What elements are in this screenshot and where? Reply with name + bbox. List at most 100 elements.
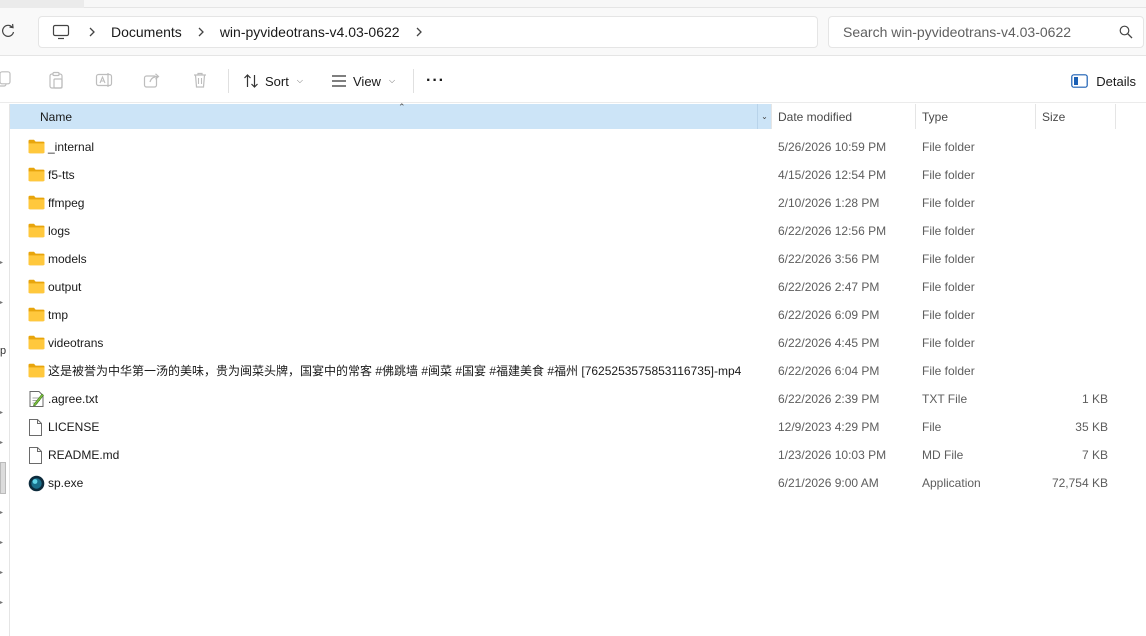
file-row[interactable]: output 6/22/2026 2:47 PM File folder [10,273,1146,301]
file-row[interactable]: f5-tts 4/15/2026 12:54 PM File folder [10,161,1146,189]
file-name[interactable]: logs [48,217,70,245]
file-name[interactable]: README.md [48,441,119,469]
expand-caret-icon[interactable]: ▸ [0,570,6,576]
folder-icon [28,335,45,351]
folder-icon [28,167,45,183]
rename-icon[interactable] [95,71,113,89]
view-button[interactable]: View ⌵ [331,67,395,95]
file-icon [28,447,45,464]
file-name[interactable]: tmp [48,301,68,329]
active-tab[interactable] [84,0,1146,8]
delete-icon[interactable] [191,71,209,89]
sort-button[interactable]: Sort ⌵ [243,67,303,95]
column-header-size[interactable]: Size [1034,104,1116,129]
command-bar: Sort ⌵ View ⌵ ··· Details [0,57,1146,103]
file-row[interactable]: _internal 5/26/2026 10:59 PM File folder [10,133,1146,161]
file-row[interactable]: 这是被誉为中华第一汤的美味，贵为闽菜头牌，国宴中的常客 #佛跳墙 #闽菜 #国宴… [10,357,1146,385]
search-icon[interactable] [1119,25,1133,39]
file-type: TXT File [922,392,968,406]
this-pc-icon[interactable] [43,17,79,47]
file-name[interactable]: sp.exe [48,469,83,497]
file-row[interactable]: README.md 1/23/2026 10:03 PM MD File 7 KB [10,441,1146,469]
chevron-down-icon: ⌵ [388,76,396,85]
expand-caret-icon[interactable]: ▸ [0,300,6,306]
file-type: File folder [922,336,975,350]
file-type: File folder [922,308,975,322]
file-date-modified: 4/15/2026 12:54 PM [778,168,887,182]
file-name[interactable]: ffmpeg [48,189,84,217]
details-label: Details [1096,73,1136,89]
search-input[interactable] [843,24,1113,40]
application-icon [28,475,45,492]
file-name[interactable]: .agree.txt [48,385,98,413]
file-row[interactable]: .agree.txt 6/22/2026 2:39 PM TXT File 1 KB [10,385,1146,413]
file-size: 35 KB [1075,420,1108,434]
file-date-modified: 1/23/2026 10:03 PM [778,448,887,462]
toolbar-divider [228,69,229,93]
file-name[interactable]: LICENSE [48,413,99,441]
breadcrumb-item-documents[interactable]: Documents [105,24,188,40]
chevron-down-icon: ⌵ [296,76,303,85]
file-icon [28,419,45,436]
column-header-type[interactable]: Type [914,104,1036,129]
file-date-modified: 2/10/2026 1:28 PM [778,196,880,210]
file-name[interactable]: f5-tts [48,161,75,189]
column-header-date[interactable]: Date modified [770,104,916,129]
file-row[interactable]: LICENSE 12/9/2023 4:29 PM File 35 KB [10,413,1146,441]
file-type: File [922,420,942,434]
file-name[interactable]: models [48,245,87,273]
tab-strip [0,0,1146,8]
nav-item-selected[interactable] [0,462,6,494]
file-name[interactable]: output [48,273,81,301]
folder-icon [28,223,45,239]
file-type: File folder [922,252,975,266]
file-size: 1 KB [1081,392,1108,406]
navigation-pane[interactable]: ▸ ▸ p ▸ ▸ ▸ ▸ ▸ ▸ [0,104,10,636]
copy-icon[interactable] [0,71,18,89]
breadcrumb[interactable]: Documents win-pyvideotrans-v4.03-0622 [38,16,818,48]
file-date-modified: 6/22/2026 6:04 PM [778,364,880,378]
file-row[interactable]: sp.exe 6/21/2026 9:00 AM Application 72,754… [10,469,1146,497]
file-row[interactable]: models 6/22/2026 3:56 PM File folder [10,245,1146,273]
more-options-button[interactable]: ··· [426,67,445,95]
column-filter-dropdown[interactable]: ⌄ [757,104,771,129]
breadcrumb-item-current-folder[interactable]: win-pyvideotrans-v4.03-0622 [214,24,406,40]
expand-caret-icon[interactable]: ▸ [0,540,6,546]
chevron-right-icon[interactable] [406,17,432,47]
file-date-modified: 6/22/2026 6:09 PM [778,308,880,322]
file-row[interactable]: tmp 6/22/2026 6:09 PM File folder [10,301,1146,329]
file-type: File folder [922,140,975,154]
file-type: Application [922,476,981,490]
file-date-modified: 6/22/2026 4:45 PM [778,336,880,350]
nav-item-label[interactable]: p [0,345,6,357]
paste-icon[interactable] [47,71,65,89]
share-icon[interactable] [143,71,161,89]
file-name[interactable]: _internal [48,133,94,161]
refresh-icon[interactable] [0,23,18,41]
chevron-right-icon[interactable] [79,17,105,47]
file-size: 7 KB [1081,448,1108,462]
search-box[interactable] [828,16,1144,48]
file-type: MD File [922,448,964,462]
file-name[interactable]: videotrans [48,329,103,357]
file-row[interactable]: videotrans 6/22/2026 4:45 PM File folder [10,329,1146,357]
expand-caret-icon[interactable]: ▸ [0,510,6,516]
sort-label: Sort [265,73,289,89]
file-list: _internal 5/26/2026 10:59 PM File folder f5… [10,133,1146,497]
column-header-type-label: Type [922,109,949,124]
file-date-modified: 6/22/2026 12:56 PM [778,224,887,238]
expand-caret-icon[interactable]: ▸ [0,600,6,606]
details-pane-button[interactable]: Details [1071,67,1136,95]
file-name[interactable]: 这是被誉为中华第一汤的美味，贵为闽菜头牌，国宴中的常客 #佛跳墙 #闽菜 #国宴… [48,357,741,385]
folder-icon [28,139,45,155]
chevron-right-icon[interactable] [188,17,214,47]
expand-caret-icon[interactable]: ▸ [0,260,6,266]
expand-caret-icon[interactable]: ▸ [0,440,6,446]
file-type: File folder [922,280,975,294]
file-row[interactable]: logs 6/22/2026 12:56 PM File folder [10,217,1146,245]
column-header-row: ⌃ Name ⌄ Date modified Type Size [10,102,1146,129]
column-header-name[interactable]: ⌃ Name ⌄ [10,102,772,129]
file-row[interactable]: ffmpeg 2/10/2026 1:28 PM File folder [10,189,1146,217]
expand-caret-icon[interactable]: ▸ [0,410,6,416]
file-type: File folder [922,364,975,378]
